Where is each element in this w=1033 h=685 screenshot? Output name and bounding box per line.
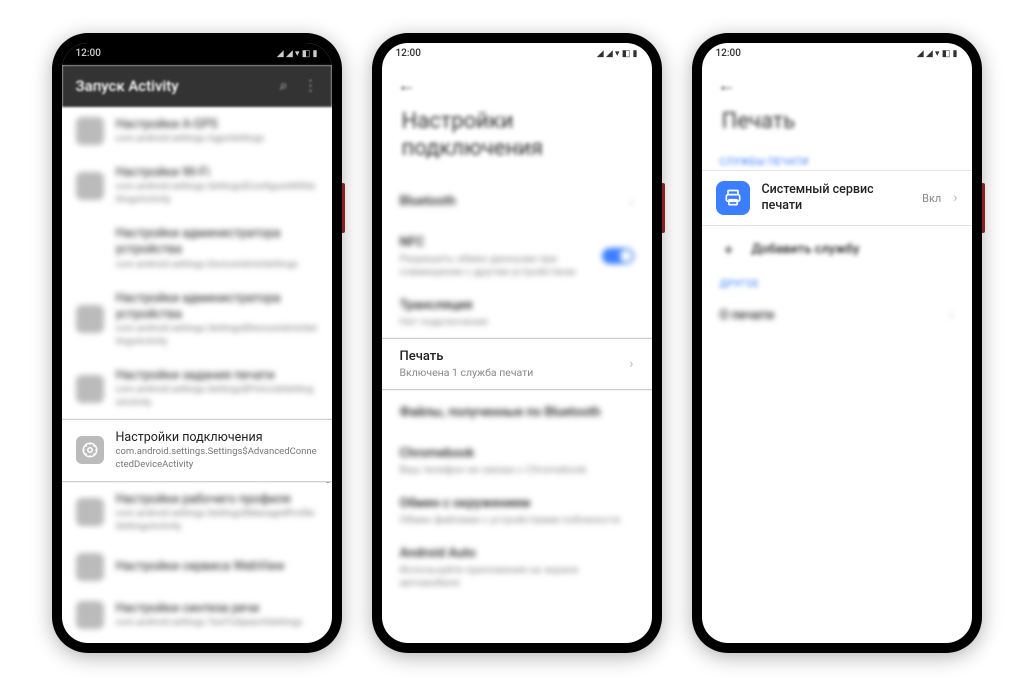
item-title: Настройки подключения — [116, 430, 318, 446]
nfc-row[interactable]: NFC Разрешить обмен данными при совмещен… — [382, 225, 652, 288]
app-icon — [76, 553, 104, 581]
add-service-label: Добавить службу — [752, 242, 860, 257]
status-time: 12:00 — [716, 48, 741, 59]
header-actions: ⌕ ⋮ — [280, 78, 318, 94]
bluetooth-row[interactable]: Bluetooth › — [382, 179, 652, 225]
printer-icon — [716, 181, 750, 215]
page-title: Настройки подключения — [382, 100, 652, 179]
android-auto-row[interactable]: Android Auto Используйте приложения на э… — [382, 536, 652, 599]
nfc-toggle[interactable] — [602, 248, 634, 264]
nearby-share-row[interactable]: Обмен с окружением Обмен файлами с устро… — [382, 486, 652, 536]
status-icons: ◢ ◢ ▾ ◧ ▮ — [277, 49, 318, 59]
header-title: Запуск Activity — [76, 77, 280, 95]
list-item[interactable]: Настройки синтеза речиcom.android.settin… — [62, 591, 332, 640]
status-time: 12:00 — [396, 48, 421, 59]
phone-mockup-2: 12:00 ◢ ◢ ▾ ◧ ▮ ← Настройки подключения … — [372, 33, 662, 653]
print-settings-header: ← — [702, 65, 972, 100]
chevron-right-icon: › — [953, 190, 957, 206]
list-item[interactable]: Настройки сервиса WebView — [62, 543, 332, 591]
phone-mockup-3: 12:00 ◢ ◢ ▾ ◧ ▮ ← Печать СЛУЖБЫ ПЕЧАТИ С… — [692, 33, 982, 653]
status-bar: 12:00 ◢ ◢ ▾ ◧ ▮ — [382, 43, 652, 65]
app-icon — [76, 375, 104, 403]
print-title: Печать — [400, 349, 630, 364]
back-icon[interactable]: ← — [718, 75, 736, 96]
list-item[interactable]: Настройки администратора устройстваcom.a… — [62, 281, 332, 358]
service-status: Вкл — [922, 192, 941, 205]
status-icons: ◢ ◢ ▾ ◧ ▮ — [917, 49, 958, 59]
add-service-row[interactable]: + Добавить службу — [702, 226, 972, 273]
status-icons: ◢ ◢ ▾ ◧ ▮ — [597, 49, 638, 59]
service-title: Системный сервис печати — [762, 182, 911, 215]
chevron-right-icon: › — [949, 307, 953, 323]
status-bar: 12:00 ◢ ◢ ▾ ◧ ▮ — [62, 43, 332, 65]
settings-header: ← — [382, 65, 652, 100]
chevron-right-icon: › — [629, 356, 633, 372]
list-item[interactable]: Настройки задания печатиcom.android.sett… — [62, 358, 332, 419]
chevron-right-icon: › — [629, 194, 633, 210]
list-item[interactable]: Настройки спец. возможностейcom.android.… — [62, 639, 332, 642]
list-item-connection-settings[interactable]: Настройки подключения com.android.settin… — [62, 419, 332, 482]
app-icon — [76, 117, 104, 145]
cast-row[interactable]: Трансляция Нет подключения — [382, 288, 652, 338]
item-subtitle: com.android.settings.Settings$AdvancedCo… — [116, 446, 318, 471]
phone-screen-1: 12:00 ◢ ◢ ▾ ◧ ▮ Запуск Activity ⌕ ⋮ Наст… — [62, 43, 332, 643]
list-item[interactable]: Настройки рабочего профиляcom.android.se… — [62, 482, 332, 543]
app-icon — [76, 234, 104, 262]
plus-icon: + — [720, 240, 738, 259]
settings-icon — [76, 436, 104, 464]
status-bar: 12:00 ◢ ◢ ▾ ◧ ▮ — [702, 43, 972, 65]
back-icon[interactable]: ← — [398, 75, 416, 96]
search-icon[interactable]: ⌕ — [280, 78, 288, 94]
app-icon — [76, 172, 104, 200]
app-icon — [76, 601, 104, 629]
phone-mockup-1: 12:00 ◢ ◢ ▾ ◧ ▮ Запуск Activity ⌕ ⋮ Наст… — [52, 33, 342, 653]
list-item[interactable]: Настройки администратора устройстваcom.a… — [62, 216, 332, 281]
section-print-services: СЛУЖБЫ ПЕЧАТИ — [702, 151, 972, 170]
system-print-service-row[interactable]: Системный сервис печати Вкл › — [702, 170, 972, 226]
phone-screen-3: 12:00 ◢ ◢ ▾ ◧ ▮ ← Печать СЛУЖБЫ ПЕЧАТИ С… — [702, 43, 972, 643]
activity-launcher-header: Запуск Activity ⌕ ⋮ — [62, 65, 332, 107]
page-title: Печать — [702, 100, 972, 152]
chromebook-row[interactable]: Chromebook Ваш телефон не связан с Chrom… — [382, 436, 652, 486]
bluetooth-files-row[interactable]: Файлы, полученные по Bluetooth — [382, 390, 652, 436]
list-item[interactable]: Настройки Wi-Ficom.android.settings.Sett… — [62, 155, 332, 216]
app-icon — [76, 305, 104, 333]
about-print-row[interactable]: О печати › — [702, 292, 972, 338]
section-other: ДРУГОЕ — [702, 273, 972, 292]
app-icon — [76, 498, 104, 526]
menu-icon[interactable]: ⋮ — [304, 78, 318, 94]
status-time: 12:00 — [76, 48, 101, 59]
print-row[interactable]: Печать Включена 1 служба печати › — [382, 338, 652, 390]
phone-screen-2: 12:00 ◢ ◢ ▾ ◧ ▮ ← Настройки подключения … — [382, 43, 652, 643]
list-item[interactable]: Настройки A-GPScom.android.settings.Agps… — [62, 107, 332, 156]
print-subtitle: Включена 1 служба печати — [400, 366, 630, 379]
